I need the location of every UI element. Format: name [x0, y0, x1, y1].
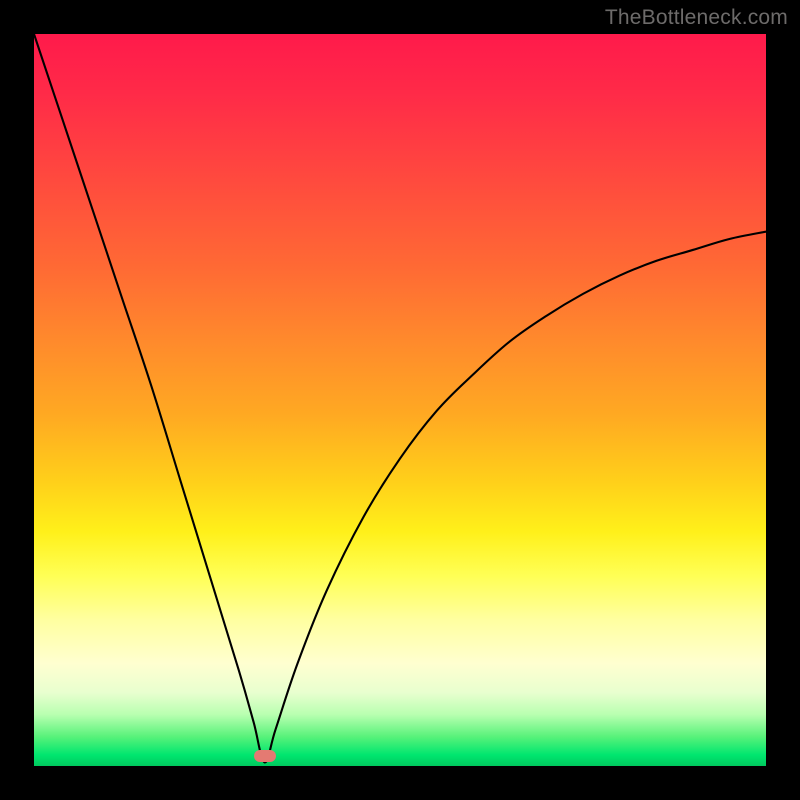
plot-area — [34, 34, 766, 766]
curve-svg — [34, 34, 766, 766]
watermark-text: TheBottleneck.com — [605, 6, 788, 30]
optimum-marker — [254, 750, 276, 762]
chart-frame: TheBottleneck.com — [0, 0, 800, 800]
bottleneck-curve — [34, 34, 766, 762]
